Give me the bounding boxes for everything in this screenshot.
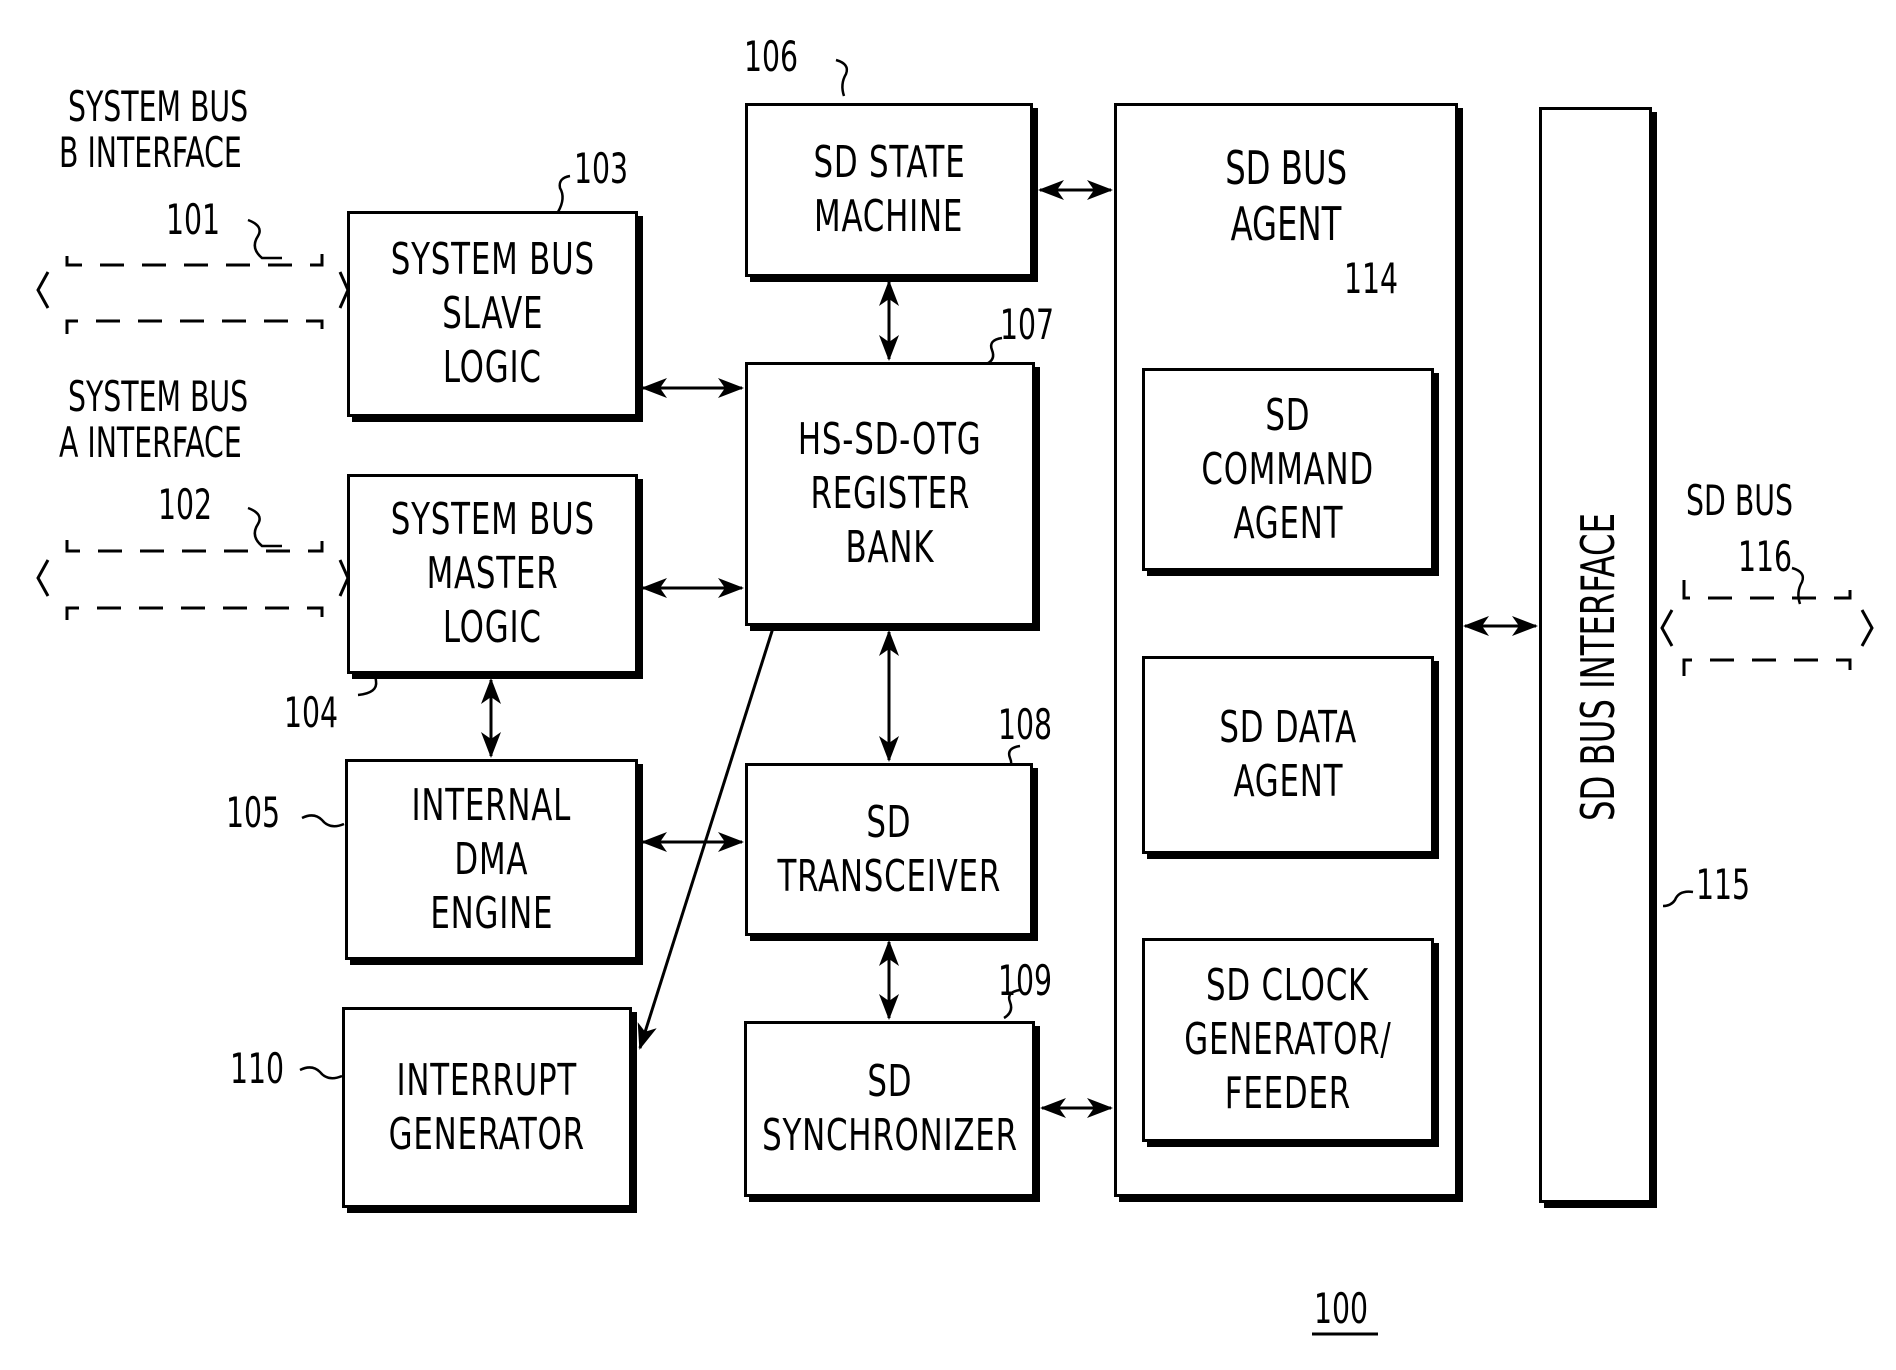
figure-ref-100: 100 xyxy=(1314,1284,1369,1333)
block-text: SD xyxy=(1265,389,1311,441)
block-text: SYSTEM BUS xyxy=(390,494,595,545)
label-line: SYSTEM BUS xyxy=(68,372,249,421)
block-text: DMA xyxy=(454,833,529,885)
ref-106: 106 xyxy=(744,32,799,81)
block-text: FEEDER xyxy=(1224,1068,1352,1119)
block-text: AGENT xyxy=(1233,756,1343,807)
sd-transceiver-block: SD TRANSCEIVER xyxy=(745,763,1033,936)
ref-104: 104 xyxy=(284,688,339,737)
block-text: TRANSCEIVER xyxy=(777,850,1001,902)
block-text: SYSTEM BUS xyxy=(390,234,595,285)
block-text: MACHINE xyxy=(814,191,964,242)
interrupt-generator-block: INTERRUPT GENERATOR xyxy=(342,1007,632,1208)
system-bus-b-left-bracket xyxy=(36,271,50,309)
block-text: INTERRUPT xyxy=(396,1054,578,1106)
system-bus-a-left-bracket xyxy=(36,559,50,597)
ref-116: 116 xyxy=(1738,532,1793,581)
block-text: SD CLOCK xyxy=(1206,960,1370,1011)
ref-115: 115 xyxy=(1696,860,1751,909)
ref-108: 108 xyxy=(998,700,1053,749)
label-line: A INTERFACE xyxy=(59,418,242,467)
ref-110: 110 xyxy=(230,1044,285,1093)
sd-synchronizer-block: SD SYNCHRONIZER xyxy=(744,1021,1035,1197)
ref-105: 105 xyxy=(226,788,281,837)
sd-bus-bus xyxy=(1682,580,1852,676)
sd-bus-interface-label: SD BUS INTERFACE xyxy=(1571,513,1625,821)
block-text: MASTER xyxy=(426,548,559,599)
internal-dma-engine-block: INTERNAL DMA ENGINE xyxy=(345,759,638,960)
system-bus-a-label: SYSTEM BUS A INTERFACE xyxy=(59,372,249,466)
block-text: SYNCHRONIZER xyxy=(761,1110,1018,1161)
ref-107: 107 xyxy=(1000,300,1055,349)
ref-101: 101 xyxy=(166,195,221,244)
sd-bus-label: SD BUS xyxy=(1686,476,1794,525)
ref-102: 102 xyxy=(158,480,213,529)
system-bus-slave-logic-block: SYSTEM BUS SLAVE LOGIC xyxy=(347,211,638,417)
sd-state-machine-block: SD STATE MACHINE xyxy=(745,103,1033,277)
ref-114: 114 xyxy=(1344,254,1399,303)
block-text: SD xyxy=(866,796,912,848)
sd-bus-interface-block: SD BUS INTERFACE xyxy=(1539,107,1652,1203)
block-text: BANK xyxy=(845,522,935,573)
sd-clock-generator-block: SD CLOCK GENERATOR/ FEEDER xyxy=(1142,938,1434,1142)
block-text: HS-SD-OTG xyxy=(798,414,982,465)
block-text: SLAVE xyxy=(441,288,544,339)
label-line: B INTERFACE xyxy=(59,128,242,177)
sd-bus-agent-title: SD BUS AGENT xyxy=(1114,140,1458,252)
sd-data-agent-block: SD DATA AGENT xyxy=(1142,656,1434,854)
sd-command-agent-block: SD COMMAND AGENT xyxy=(1142,368,1434,571)
block-text: INTERNAL xyxy=(411,779,572,831)
block-text: ENGINE xyxy=(430,887,553,939)
label-line: SYSTEM BUS xyxy=(68,82,249,131)
system-bus-a-bus xyxy=(65,540,324,622)
ref-103: 103 xyxy=(574,144,629,193)
block-text: SD BUS xyxy=(1225,141,1347,195)
system-bus-b-bus xyxy=(65,254,324,336)
block-text: SD xyxy=(867,1056,912,1107)
register-bank-block: HS-SD-OTG REGISTER BANK xyxy=(745,362,1035,626)
ref-109: 109 xyxy=(998,956,1053,1005)
block-text: LOGIC xyxy=(443,342,542,393)
block-text: SD DATA xyxy=(1219,702,1357,753)
sd-bus-right-bracket xyxy=(1860,609,1874,647)
block-text: SD STATE xyxy=(812,137,966,188)
block-text: REGISTER xyxy=(810,468,970,519)
system-bus-master-logic-block: SYSTEM BUS MASTER LOGIC xyxy=(347,474,638,674)
block-text: GENERATOR/ xyxy=(1184,1014,1392,1065)
block-text: AGENT xyxy=(1233,497,1343,549)
block-text: LOGIC xyxy=(443,602,542,653)
block-text: GENERATOR xyxy=(388,1108,586,1160)
system-bus-b-label: SYSTEM BUS B INTERFACE xyxy=(59,82,249,176)
block-text: AGENT xyxy=(1230,197,1342,251)
sd-bus-left-bracket xyxy=(1660,609,1674,647)
block-text: COMMAND xyxy=(1201,443,1375,495)
